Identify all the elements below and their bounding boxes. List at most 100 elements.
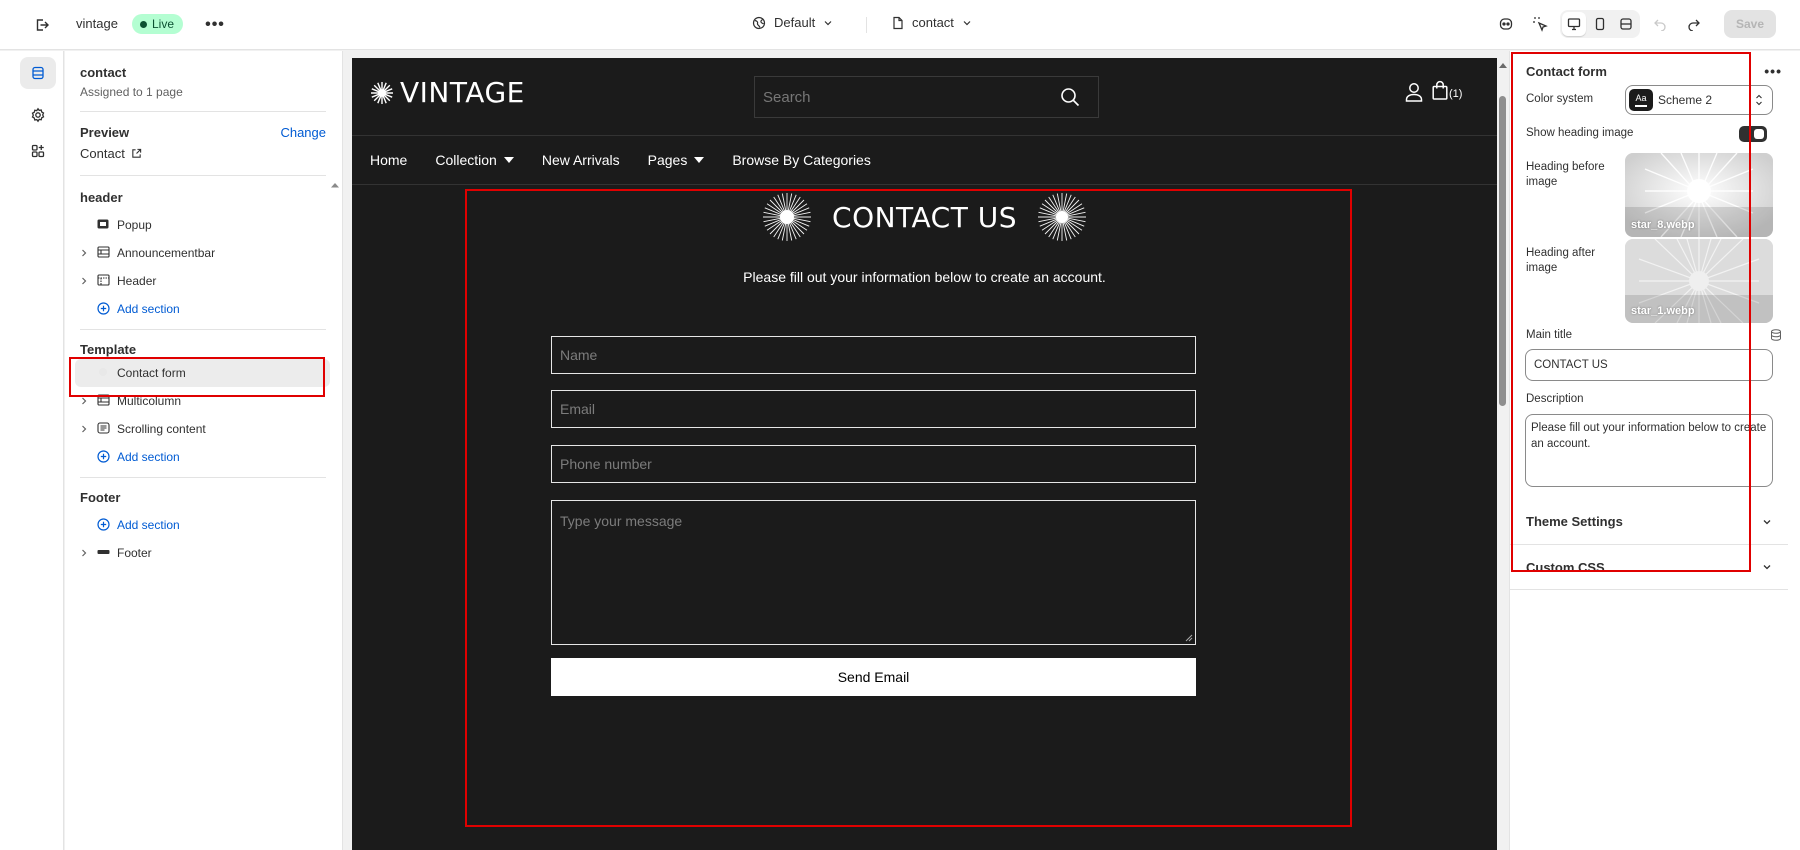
section-label: Multicolumn — [117, 394, 182, 408]
preview-page-link[interactable]: Contact — [65, 140, 342, 161]
contact-title: CONTACT US — [832, 200, 1017, 234]
cart-count: (1) — [1449, 88, 1463, 100]
save-button[interactable]: Save — [1723, 10, 1776, 38]
add-section-header[interactable]: Add section — [65, 295, 342, 323]
page-icon — [893, 16, 903, 29]
more-options-button[interactable]: ••• — [1764, 63, 1782, 79]
search-icon[interactable] — [1060, 87, 1080, 107]
send-email-button[interactable]: Send Email — [551, 658, 1196, 696]
phone-placeholder: Phone number — [560, 456, 652, 472]
database-icon[interactable] — [1770, 329, 1782, 341]
chevron-down-icon — [963, 20, 971, 25]
show-heading-image-label: Show heading image — [1526, 127, 1634, 139]
description-textarea[interactable]: Please fill out your information below t… — [1525, 414, 1773, 487]
redo-icon[interactable] — [1680, 10, 1708, 38]
chevron-right-icon[interactable] — [80, 276, 88, 286]
page-assignment: Assigned to 1 page — [80, 85, 183, 99]
section-scrolling-content[interactable]: Scrolling content — [65, 415, 342, 443]
theme-settings-accordion[interactable]: Theme Settings — [1510, 499, 1788, 544]
resize-grip-icon[interactable] — [1185, 634, 1193, 642]
section-contact-form[interactable]: Contact form — [75, 359, 330, 387]
settings-title: Contact form — [1526, 63, 1607, 79]
scroll-up-icon[interactable] — [1499, 63, 1507, 68]
nav-browse-categories[interactable]: Browse By Categories — [732, 152, 871, 168]
main-title-input[interactable]: CONTACT US — [1525, 349, 1773, 381]
store-nav: Home Collection New Arrivals Pages Brows… — [352, 136, 1497, 185]
live-badge: Live — [132, 14, 184, 34]
chevron-right-icon[interactable] — [80, 548, 88, 558]
search-placeholder: Search — [763, 88, 811, 106]
divider — [866, 17, 867, 33]
add-section-label: Add section — [117, 450, 180, 464]
storefront-preview: VINTAGE Search (1) Home Collection New A… — [352, 58, 1497, 850]
contact-heading: CONTACT US — [352, 192, 1497, 242]
phone-field[interactable]: Phone number — [551, 445, 1196, 483]
sections-icon[interactable] — [20, 57, 56, 89]
star-icon — [97, 366, 109, 378]
scroll-up-icon[interactable] — [331, 182, 339, 188]
show-heading-image-toggle[interactable] — [1739, 126, 1767, 142]
nav-label: Pages — [647, 152, 688, 168]
top-bar: vintage Live ••• Default contact Save — [0, 0, 1800, 50]
section-announcementbar[interactable]: Announcementbar — [65, 239, 342, 267]
add-section-label: Add section — [117, 518, 180, 532]
message-field[interactable]: Type your message — [551, 500, 1196, 645]
page-selector[interactable]: contact — [892, 15, 972, 30]
name-field[interactable]: Name — [551, 336, 1196, 374]
mobile-view-icon[interactable] — [1588, 12, 1612, 36]
email-placeholder: Email — [560, 401, 596, 417]
nav-collection[interactable]: Collection — [435, 152, 514, 168]
layout-icon — [97, 394, 110, 406]
email-field[interactable]: Email — [551, 390, 1196, 428]
sun-logo-icon — [371, 81, 393, 104]
inspector-icon[interactable] — [1526, 10, 1554, 38]
more-actions-button[interactable]: ••• — [204, 14, 226, 36]
heading-after-image-picker[interactable]: star_1.webp — [1625, 239, 1773, 323]
text-block-icon — [97, 422, 110, 434]
select-arrows-icon — [1756, 94, 1762, 106]
section-label: Popup — [117, 218, 152, 232]
settings-icon[interactable] — [20, 99, 56, 131]
section-label: Footer — [117, 546, 152, 560]
chevron-right-icon[interactable] — [80, 424, 88, 434]
desktop-view-icon[interactable] — [1561, 12, 1586, 36]
store-logo[interactable]: VINTAGE — [370, 76, 525, 109]
store-search-input[interactable]: Search — [754, 76, 1099, 118]
nav-home[interactable]: Home — [370, 152, 407, 168]
cart-icon — [1432, 80, 1448, 100]
chevron-right-icon[interactable] — [80, 396, 88, 406]
store-header: VINTAGE Search (1) — [352, 58, 1497, 136]
nav-label: Home — [370, 152, 408, 168]
nav-pages[interactable]: Pages — [648, 152, 705, 168]
exit-icon[interactable] — [32, 15, 52, 35]
custom-css-accordion[interactable]: Custom CSS — [1510, 544, 1788, 589]
sidekick-icon[interactable] — [1492, 10, 1520, 38]
color-scheme-select[interactable]: Aa Scheme 2 — [1625, 85, 1773, 115]
section-multicolumn[interactable]: Multicolumn — [65, 387, 342, 415]
section-header[interactable]: Header — [65, 267, 342, 295]
add-section-footer[interactable]: Add section — [65, 511, 342, 539]
chevron-right-icon[interactable] — [80, 248, 88, 258]
preview-scrollbar[interactable] — [1497, 58, 1508, 850]
add-section-template[interactable]: Add section — [65, 443, 342, 471]
starburst-icon — [1037, 193, 1086, 241]
change-preview-link[interactable]: Change — [280, 125, 326, 140]
nav-new-arrivals[interactable]: New Arrivals — [542, 152, 620, 168]
undo-icon[interactable] — [1646, 10, 1674, 38]
fullscreen-view-icon[interactable] — [1614, 12, 1638, 36]
group-title-footer: Footer — [80, 490, 121, 505]
theme-selector[interactable]: Default — [752, 15, 833, 30]
account-icon[interactable] — [1405, 82, 1423, 102]
heading-after-filename: star_1.webp — [1631, 305, 1695, 317]
scrollbar-thumb[interactable] — [1499, 96, 1506, 406]
scheme-swatch: Aa — [1629, 89, 1653, 111]
section-footer[interactable]: Footer — [65, 539, 342, 567]
cart-button[interactable]: (1) — [1432, 80, 1462, 100]
apps-icon[interactable] — [20, 135, 56, 167]
globe-icon — [752, 16, 766, 29]
heading-before-image-label: Heading before image — [1526, 161, 1605, 188]
heading-before-image-picker[interactable]: star_8.webp — [1625, 153, 1773, 237]
section-popup[interactable]: Popup — [65, 211, 342, 239]
chevron-down-icon — [824, 20, 832, 25]
contact-description: Please fill out your information below t… — [743, 269, 1106, 285]
